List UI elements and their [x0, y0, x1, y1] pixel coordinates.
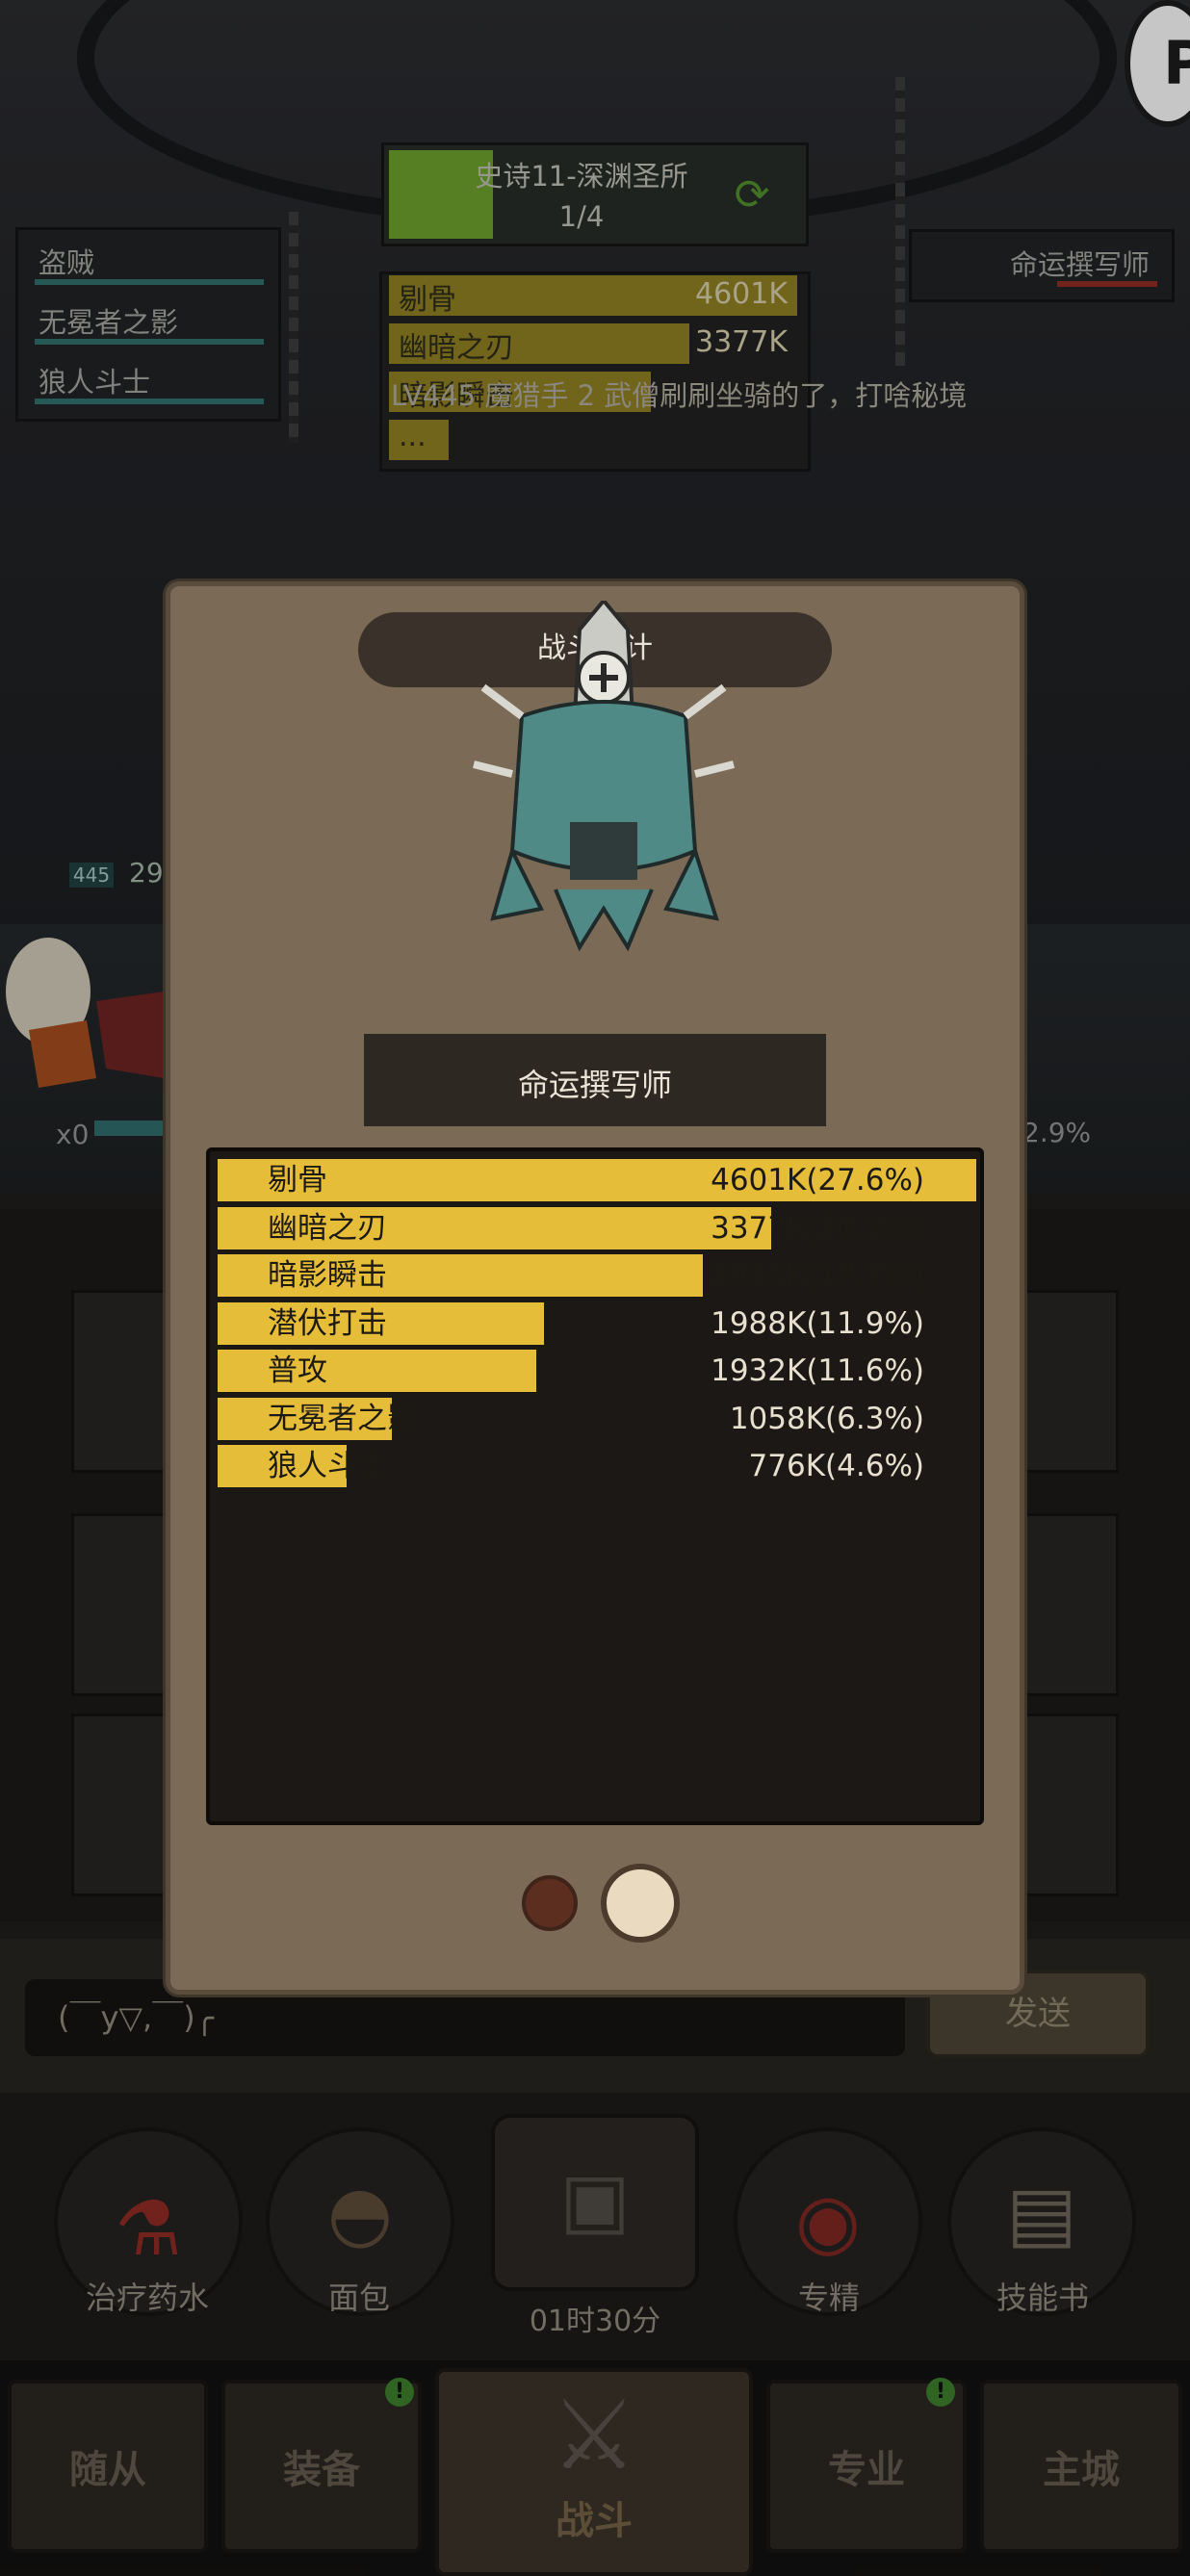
damage-source-name: 无冕者之影: [268, 1401, 417, 1436]
damage-row: 剔骨 4601K(27.6%): [218, 1159, 976, 1201]
damage-row: 潜伏打击 1988K(11.9%): [218, 1301, 976, 1345]
damage-source-name: 狼人斗士: [268, 1449, 387, 1483]
damage-row: 幽暗之刃 3377K(20.2%): [218, 1206, 976, 1249]
damage-value: 1058K(6.3%): [729, 1401, 924, 1436]
page-indicator-2-active[interactable]: [601, 1864, 680, 1943]
damage-value: 1988K(11.9%): [711, 1305, 924, 1341]
damage-row: 普攻 1932K(11.6%): [218, 1350, 976, 1392]
damage-value: 3377K(20.2%): [711, 1210, 924, 1246]
boss-portrait: [473, 601, 735, 952]
page-indicator-1[interactable]: [522, 1875, 578, 1931]
damage-value: 1932K(11.6%): [711, 1353, 924, 1388]
damage-row: 无冕者之影 1058K(6.3%): [218, 1397, 976, 1440]
damage-value: 776K(4.6%): [748, 1449, 924, 1483]
damage-source-name: 潜伏打击: [268, 1305, 387, 1341]
damage-row: 暗影瞬击 2955K(17.7%): [218, 1254, 976, 1297]
boss-name: 命运撰写师: [517, 1067, 672, 1103]
damage-source-name: 暗影瞬击: [268, 1258, 387, 1293]
damage-row: 狼人斗士 776K(4.6%): [218, 1445, 976, 1487]
damage-source-name: 剔骨: [268, 1163, 327, 1198]
damage-value: 2955K(17.7%): [711, 1258, 924, 1293]
damage-value: 4601K(27.6%): [711, 1163, 924, 1198]
damage-source-name: 普攻: [268, 1353, 327, 1388]
damage-source-name: 幽暗之刃: [268, 1210, 387, 1246]
damage-bar: [218, 1350, 536, 1392]
